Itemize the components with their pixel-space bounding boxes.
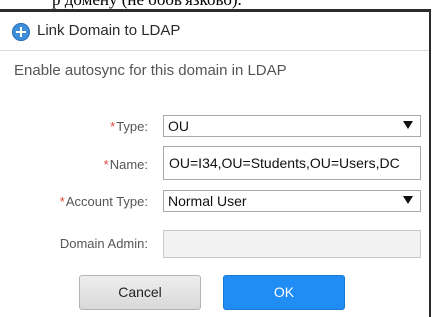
title-divider: [0, 50, 429, 51]
type-row: *Type: OU: [0, 115, 429, 141]
required-mark: *: [59, 194, 65, 209]
domain-admin-input: [163, 230, 421, 258]
name-input-value: OU=I34,OU=Students,OU=Users,DC: [169, 155, 400, 171]
type-label: *Type:: [110, 119, 148, 134]
link-domain-dialog: Link Domain to LDAP Enable autosync for …: [0, 9, 431, 317]
name-input[interactable]: OU=I34,OU=Students,OU=Users,DC: [163, 146, 421, 180]
background-text: р домену (не обов'язково).: [52, 0, 242, 9]
add-circle-icon: [12, 23, 30, 41]
account-type-select[interactable]: Normal User: [163, 190, 421, 212]
account-type-select-value: Normal User: [168, 193, 247, 209]
cancel-button[interactable]: Cancel: [79, 275, 201, 310]
dropdown-arrow-icon: [403, 121, 413, 129]
dialog-subtitle: Enable autosync for this domain in LDAP: [14, 62, 287, 79]
domain-admin-row: Domain Admin:: [0, 230, 429, 258]
account-type-label: *Account Type:: [60, 194, 148, 209]
dropdown-arrow-icon: [403, 196, 413, 204]
required-mark: *: [110, 119, 116, 134]
ok-button[interactable]: OK: [223, 275, 345, 310]
domain-admin-label: Domain Admin:: [59, 236, 148, 251]
name-label-text: Name:: [109, 157, 148, 172]
name-row: *Name: OU=I34,OU=Students,OU=Users,DC: [0, 146, 429, 180]
account-type-label-text: Account Type:: [65, 194, 148, 209]
dialog-titlebar: Link Domain to LDAP: [0, 12, 429, 48]
type-select[interactable]: OU: [163, 115, 421, 137]
account-type-row: *Account Type: Normal User: [0, 190, 429, 216]
name-label: *Name:: [104, 157, 148, 172]
type-label-text: Type:: [116, 119, 148, 134]
dialog-title: Link Domain to LDAP: [37, 22, 181, 39]
background-document-text: р домену (не обов'язково).: [0, 0, 433, 9]
required-mark: *: [103, 157, 109, 172]
type-select-value: OU: [168, 118, 189, 134]
